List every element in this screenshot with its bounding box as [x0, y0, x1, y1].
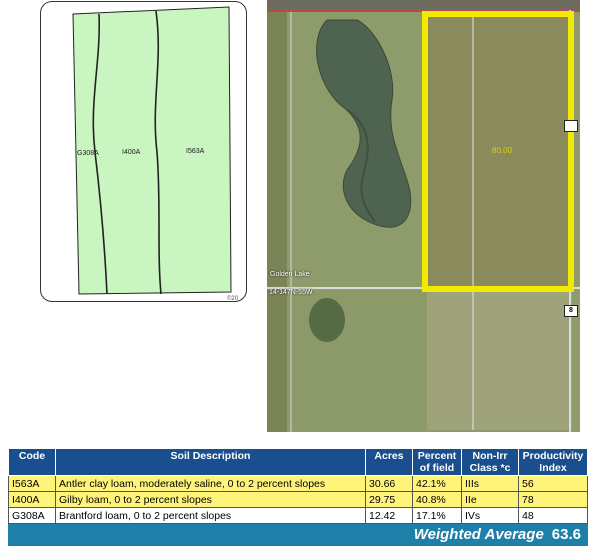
- aerial-imagery: [267, 0, 580, 432]
- soil-map-panel: G308A I400A I563A ©20: [40, 1, 247, 302]
- cell-percent: 40.8%: [412, 491, 462, 508]
- cell-class: IIIs: [461, 475, 519, 492]
- table-row: I400A Gilby loam, 0 to 2 percent slopes …: [8, 491, 588, 508]
- road-shield-icon: 8: [564, 305, 578, 317]
- cell-class: IIe: [461, 491, 519, 508]
- field-acres-label: 80.00: [492, 146, 513, 155]
- header-percent: Percent of field: [412, 448, 462, 476]
- weighted-average-row: Weighted Average 63.6: [8, 523, 588, 546]
- soil-label-i563a: I563A: [186, 148, 205, 155]
- weighted-average-value: 63.6: [551, 526, 581, 543]
- cell-acres: 29.75: [365, 491, 413, 508]
- cell-code: I400A: [8, 491, 56, 508]
- road-marker-icon: [564, 120, 578, 132]
- cell-pi: 78: [518, 491, 588, 508]
- plss-label: 14-147N-55W: [269, 289, 313, 296]
- soil-label-g308a: G308A: [77, 150, 99, 157]
- weighted-average-label: Weighted Average: [413, 526, 544, 543]
- soil-table: Code Soil Description Acres Percent of f…: [8, 448, 588, 546]
- weighted-average-cell: Weighted Average 63.6: [8, 523, 588, 546]
- table-row: G308A Brantford loam, 0 to 2 percent slo…: [8, 507, 588, 524]
- copyright-text: ©20: [227, 296, 239, 302]
- cell-percent: 17.1%: [412, 507, 462, 524]
- cell-pi: 48: [518, 507, 588, 524]
- header-code: Code: [8, 448, 56, 476]
- lake-label: Golden Lake: [270, 271, 310, 278]
- header-pi: Productivity Index: [518, 448, 588, 476]
- cell-code: G308A: [8, 507, 56, 524]
- cell-description: Brantford loam, 0 to 2 percent slopes: [55, 507, 366, 524]
- cell-pi: 56: [518, 475, 588, 492]
- cell-class: IVs: [461, 507, 519, 524]
- header-description: Soil Description: [55, 448, 366, 476]
- cell-acres: 12.42: [365, 507, 413, 524]
- header-acres: Acres: [365, 448, 413, 476]
- cell-description: Gilby loam, 0 to 2 percent slopes: [55, 491, 366, 508]
- soil-label-i400a: I400A: [122, 149, 141, 156]
- table-row: I563A Antler clay loam, moderately salin…: [8, 475, 588, 492]
- header-class: Non-Irr Class *c: [461, 448, 519, 476]
- cell-description: Antler clay loam, moderately saline, 0 t…: [55, 475, 366, 492]
- cell-acres: 30.66: [365, 475, 413, 492]
- cell-code: I563A: [8, 475, 56, 492]
- cell-percent: 42.1%: [412, 475, 462, 492]
- table-header-row: Code Soil Description Acres Percent of f…: [8, 448, 588, 476]
- aerial-photo: 80.00 Golden Lake 14-147N-55W 8: [267, 0, 580, 432]
- soil-map-drawing: [72, 6, 232, 295]
